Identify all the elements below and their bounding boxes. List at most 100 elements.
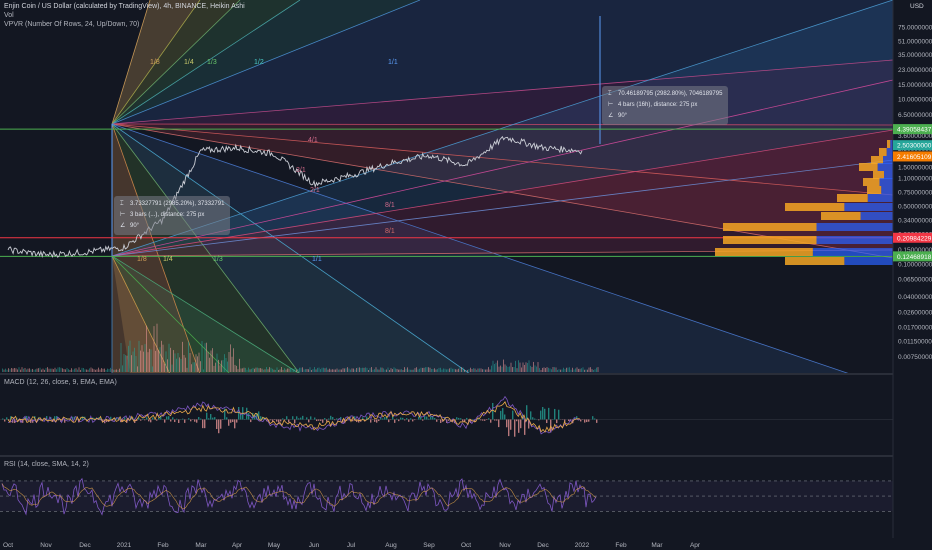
volume-bar [401, 369, 402, 372]
macd-histogram-bar [544, 408, 546, 420]
macd-histogram-bar [482, 419, 484, 421]
volume-bar [302, 367, 303, 372]
volume-bar [455, 369, 456, 372]
fan-label-upper: 1/2 [254, 59, 264, 66]
price-tick-label: 0.50000000 [898, 204, 932, 211]
current-price-label: 2.41605109 [897, 154, 932, 161]
vpvr-row-up [860, 212, 893, 220]
volume-bar [573, 369, 575, 372]
volume-bar [396, 368, 398, 372]
macd-histogram-bar [58, 419, 60, 421]
macd-histogram-bar [406, 418, 408, 420]
volume-bar [132, 351, 134, 372]
volume-bar [65, 369, 66, 372]
time-tick-label: Feb [615, 542, 627, 549]
volume-bar [101, 368, 102, 372]
time-tick-label: Feb [157, 542, 169, 549]
volume-bar [383, 368, 384, 372]
vpvr-row-up [812, 248, 893, 256]
volume-bar [362, 367, 363, 372]
volume-bar [431, 368, 432, 372]
volume-bar [474, 368, 476, 372]
volume-bar [557, 369, 558, 372]
volume-bar [495, 362, 497, 372]
time-tick-label: 2021 [117, 542, 132, 549]
volume-bar [186, 367, 188, 372]
volume-bar [231, 356, 233, 372]
volume-bar [593, 369, 594, 372]
volume-bar [446, 369, 447, 372]
time-axis[interactable]: Oct Nov Dec 2021 Feb Mar Apr May Jun Jul Aug Sep Oct… [0, 538, 932, 550]
macd-histogram-bar [496, 419, 498, 421]
volume-bar [492, 360, 494, 372]
volume-bar [509, 366, 510, 372]
volume-bar [24, 367, 26, 372]
volume-bar [152, 366, 153, 372]
volume-bar [432, 368, 434, 372]
fan-label-lower: 1/4 [163, 256, 173, 263]
fan-label-upper: 1/8 [150, 59, 160, 66]
volume-bar [515, 360, 516, 372]
volume-bar [78, 367, 80, 372]
volume-bar [468, 369, 470, 372]
volume-bar [15, 368, 17, 372]
time-tick-label: Jun [309, 542, 320, 549]
macd-histogram-bar [484, 419, 486, 421]
gann-fan-drawing[interactable] [111, 0, 893, 374]
volume-bar [536, 366, 537, 372]
tooltip-left-angle: 90° [130, 223, 140, 229]
volume-bar [167, 359, 168, 372]
volume-bar [429, 367, 431, 372]
volume-bar [539, 368, 540, 372]
volume-bar [279, 369, 281, 372]
volume-bar [26, 369, 27, 372]
volume-bar [194, 362, 195, 372]
current-price-label: 2.50300000 [897, 143, 932, 150]
bar-range-icon: ⊢ [608, 102, 614, 108]
volume-bar [171, 364, 173, 372]
volume-bar [380, 367, 381, 372]
volume-bar [543, 367, 545, 372]
macd-histogram-bar [184, 419, 186, 423]
volume-bar [240, 368, 242, 372]
macd-histogram-bar [210, 413, 212, 420]
price-tick-label: 51.00000000 [898, 38, 932, 45]
volume-bar [497, 360, 498, 372]
vpvr-row-up [877, 163, 893, 171]
macd-histogram-bar [140, 419, 142, 421]
volume-bar [347, 367, 348, 372]
vpvr-row-up [844, 257, 893, 265]
volume-bar [41, 369, 42, 372]
volume-bar [596, 367, 597, 372]
volume-bar [389, 369, 390, 372]
volume-bar [531, 366, 533, 372]
macd-histogram-bar [556, 419, 558, 424]
volume-bar [312, 369, 314, 372]
volume-bar [477, 368, 479, 372]
volume-bar [114, 369, 116, 372]
macd-histogram-bar [374, 419, 376, 422]
macd-histogram-bar [302, 415, 304, 420]
macd-histogram-bar [458, 417, 460, 420]
volume-bar [75, 368, 77, 372]
chart-canvas[interactable]: 1/8 1/4 1/3 1/2 1/1 1/8 1/4 1/3 1/1 4/1 3/1 2/1 8/1 8… [0, 0, 932, 550]
macd-histogram-bar [248, 413, 250, 420]
macd-histogram-bar [144, 419, 146, 421]
volume-bar [549, 368, 551, 372]
volume-bar [192, 362, 194, 372]
volume-bar [8, 368, 9, 372]
time-tick-label: May [268, 542, 281, 549]
tooltip-right-bars: 4 bars (16h), distance: 275 px [618, 102, 698, 108]
volume-bar [317, 367, 318, 372]
macd-histogram-bar [298, 418, 300, 420]
volume-bar [60, 367, 62, 372]
price-axis[interactable]: 75.00000000 51.00000000 35.00000000 23.0000… [892, 0, 932, 550]
volume-bar [45, 367, 47, 372]
volume-bar [324, 368, 326, 372]
macd-histogram-bar [330, 415, 332, 420]
macd-histogram-bar [152, 417, 154, 420]
macd-histogram-bar [124, 417, 126, 420]
volume-bar [246, 369, 248, 372]
macd-histogram-bar [568, 419, 570, 421]
volume-bar [489, 369, 491, 372]
